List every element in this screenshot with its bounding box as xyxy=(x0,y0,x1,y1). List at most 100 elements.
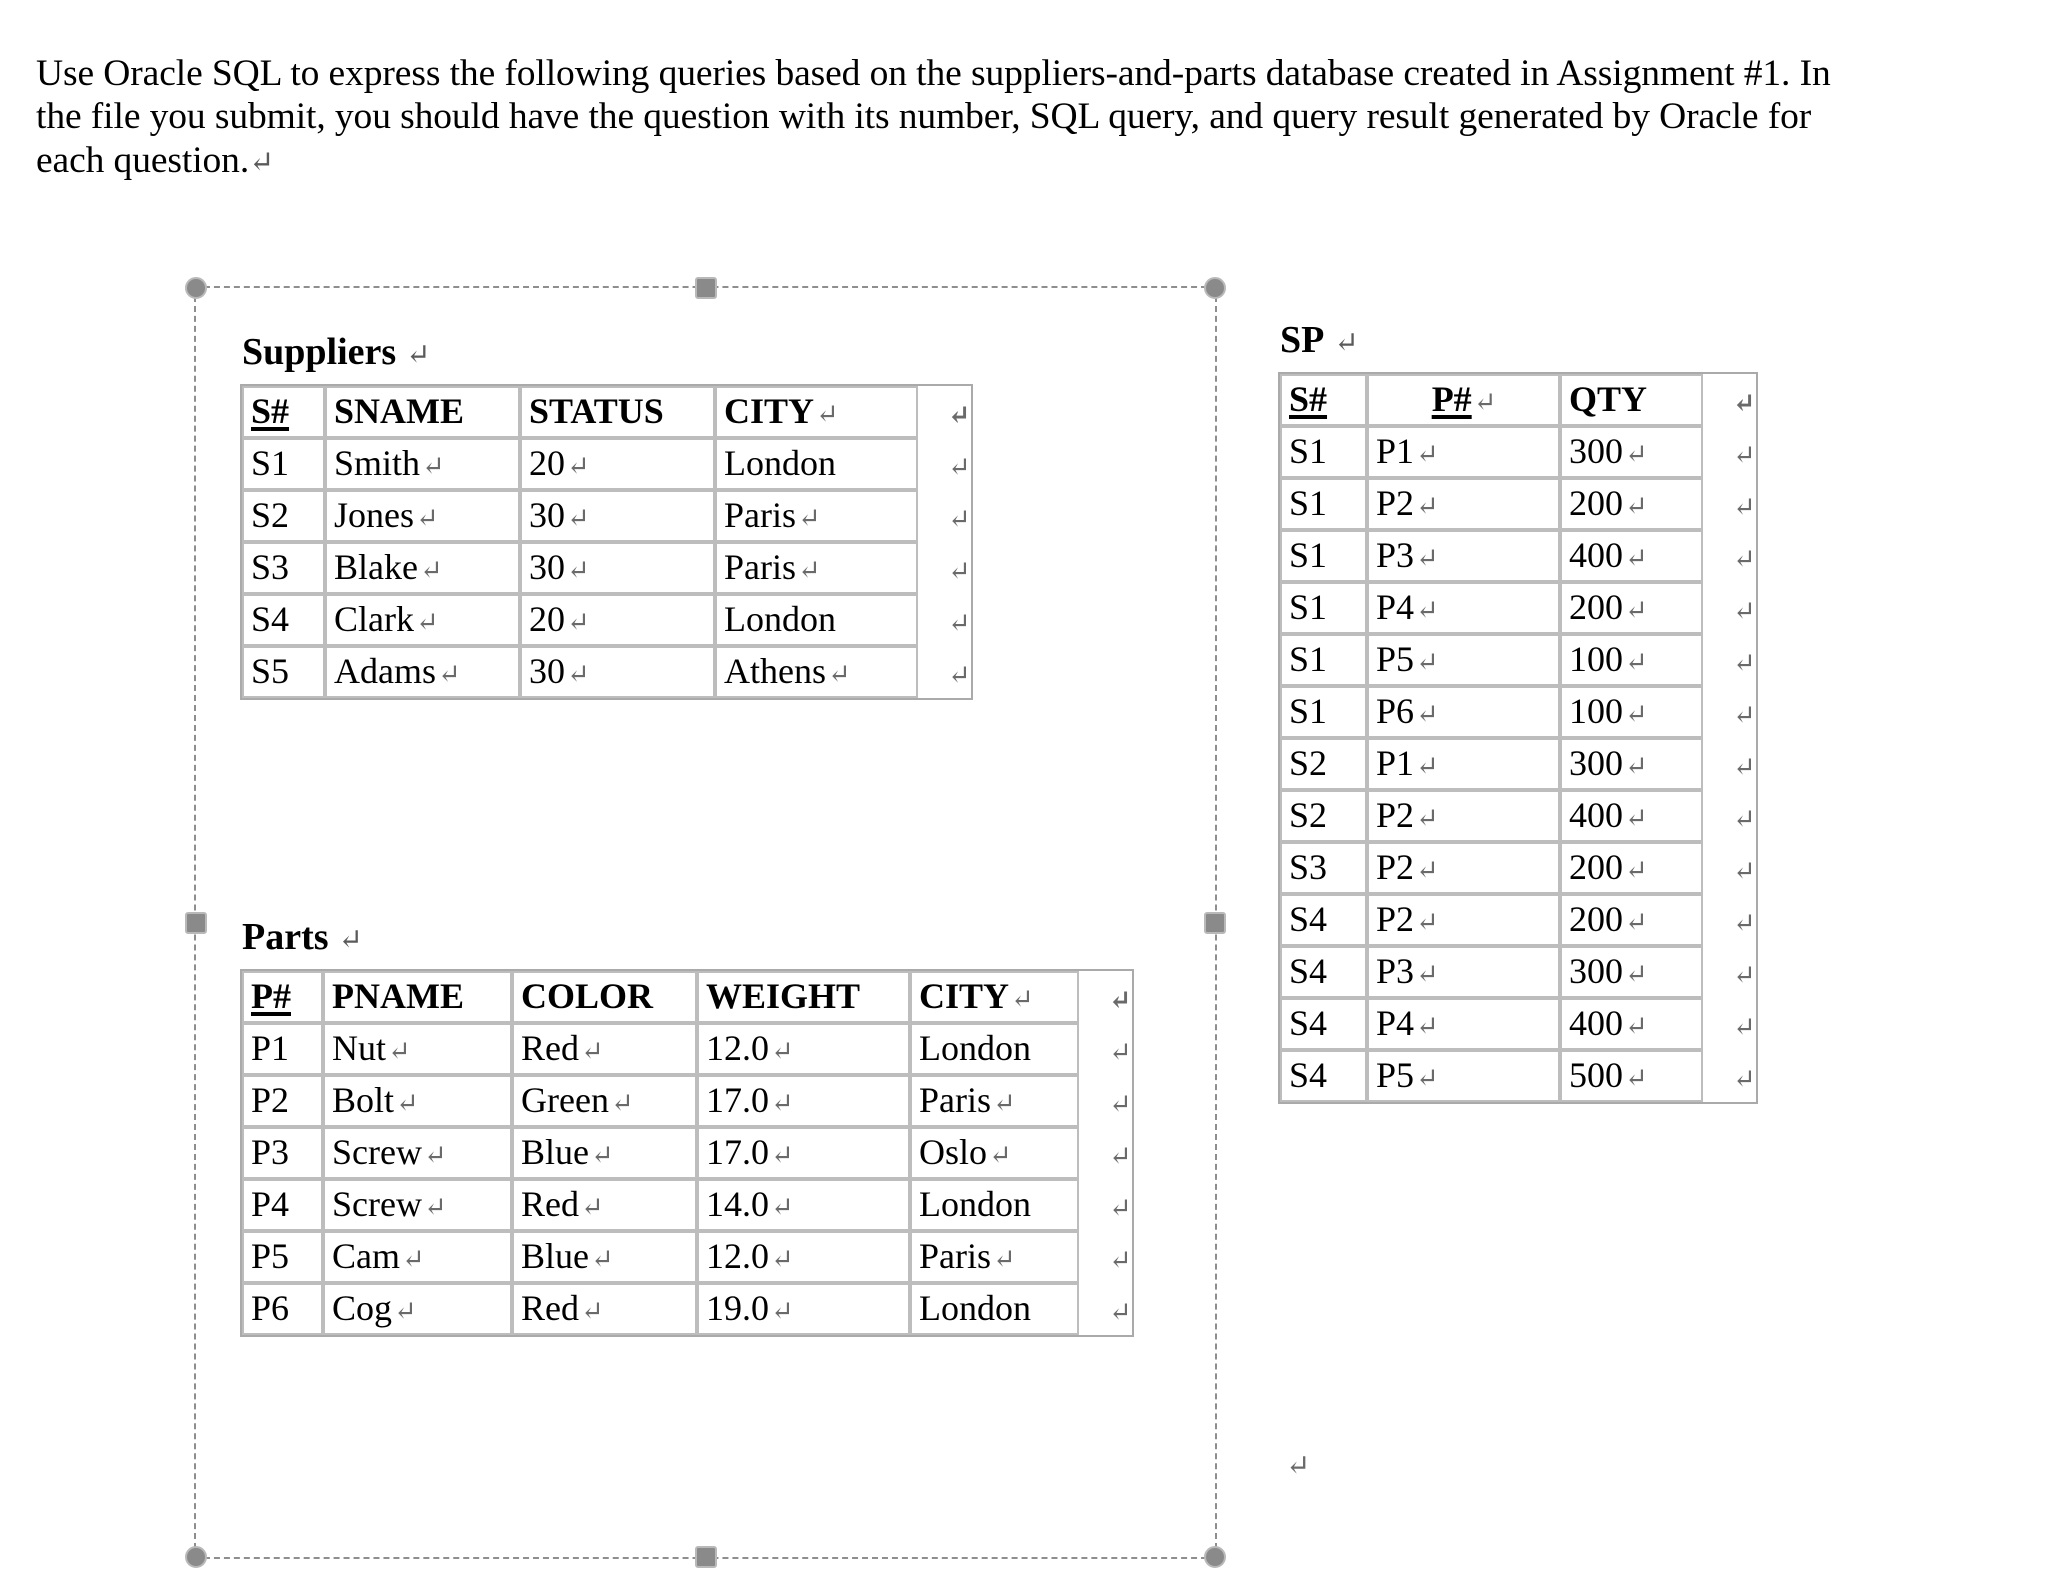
cell-qty: 400↵ xyxy=(1560,530,1703,582)
cell-value: P2 xyxy=(1376,899,1415,939)
parts-table-block: Parts ↵ P# PNAME COLOR WEIGHT CITY↵ ↵ P1 … xyxy=(240,915,1134,1337)
cell-mark-icon: ↵ xyxy=(1416,491,1439,521)
cell-sname: Clark↵ xyxy=(325,594,520,646)
cell-value: 17.0 xyxy=(706,1132,769,1172)
row-end-mark-icon: ↵ xyxy=(1733,440,1756,471)
cell-sname: Jones↵ xyxy=(325,490,520,542)
cell-value: Green xyxy=(521,1080,609,1120)
cell-mark-icon: ↵ xyxy=(1625,855,1648,885)
row-end-mark-icon: ↵ xyxy=(1733,1064,1756,1095)
cell-pno: P2↵ xyxy=(1367,842,1560,894)
table-row: P3 Screw↵ Blue↵ 17.0↵ Oslo↵ ↵ xyxy=(242,1127,1132,1179)
cell-mark-icon: ↵ xyxy=(396,1088,419,1118)
resize-handle-top-center[interactable] xyxy=(694,277,717,299)
cell-city: Paris↵ xyxy=(910,1075,1079,1127)
column-header-sname-label: SNAME xyxy=(334,391,465,431)
cell-mark-icon: ↵ xyxy=(419,555,443,585)
table-row: P1 Nut↵ Red↵ 12.0↵ London ↵ xyxy=(242,1023,1132,1075)
cell-color: Red↵ xyxy=(512,1023,697,1075)
column-header-status: STATUS xyxy=(520,386,715,438)
cell-value: London xyxy=(919,1184,1031,1224)
row-end-mark-icon: ↵ xyxy=(1733,700,1756,731)
intro-paragraph: Use Oracle SQL to express the following … xyxy=(36,52,1866,184)
cell-sno: S4 xyxy=(1280,1050,1367,1102)
cell-mark-icon: ↵ xyxy=(1625,907,1648,937)
table-row: S2 P2↵ 400↵ ↵ xyxy=(1280,790,1756,842)
column-header-weight: WEIGHT xyxy=(697,971,910,1023)
cell-pname: Cam↵ xyxy=(323,1231,512,1283)
cell-value: Jones xyxy=(334,495,414,535)
resize-handle-bottom-right[interactable] xyxy=(1204,1546,1226,1568)
cell-status: 20↵ xyxy=(520,438,715,490)
cell-mark-icon: ↵ xyxy=(394,1296,417,1326)
cell-sno: S1 xyxy=(1280,530,1367,582)
cell-qty: 200↵ xyxy=(1560,582,1703,634)
resize-handle-middle-right[interactable] xyxy=(1204,911,1226,934)
row-end-mark-icon: ↵ xyxy=(1109,1193,1132,1224)
cell-value: P4 xyxy=(1376,587,1415,627)
row-end-mark-cell: ↵ xyxy=(1703,530,1756,582)
cell-weight: 17.0↵ xyxy=(697,1127,910,1179)
cell-city: Oslo↵ xyxy=(910,1127,1079,1179)
cell-qty: 200↵ xyxy=(1560,894,1703,946)
resize-handle-bottom-left[interactable] xyxy=(185,1546,207,1568)
cell-mark-icon: ↵ xyxy=(423,1140,447,1170)
table-row: S1 P1↵ 300↵ ↵ xyxy=(1280,426,1756,478)
resize-handle-top-right[interactable] xyxy=(1204,277,1226,299)
resize-handle-middle-left[interactable] xyxy=(185,911,207,934)
cell-city: London xyxy=(910,1179,1079,1231)
cell-value: 500 xyxy=(1569,1055,1623,1095)
table-row: P6 Cog↵ Red↵ 19.0↵ London ↵ xyxy=(242,1283,1132,1335)
cell-status: 30↵ xyxy=(520,542,715,594)
table-row: S3 Blake↵ 30↵ Paris↵ ↵ xyxy=(242,542,971,594)
resize-handle-bottom-center[interactable] xyxy=(694,1546,717,1568)
cell-pno: P4↵ xyxy=(1367,998,1560,1050)
row-end-mark-cell: ↵ xyxy=(918,594,971,646)
suppliers-table: S# SNAME STATUS CITY↵ ↵ S1 Smith↵ 20↵ Lo… xyxy=(240,384,973,700)
cell-value: P3 xyxy=(1376,535,1415,575)
table-row: S2 P1↵ 300↵ ↵ xyxy=(1280,738,1756,790)
cell-qty: 400↵ xyxy=(1560,998,1703,1050)
row-end-mark-icon: ↵ xyxy=(1733,1012,1756,1043)
cell-mark-icon: ↵ xyxy=(798,503,821,533)
cell-value: S1 xyxy=(251,443,290,483)
cell-weight: 14.0↵ xyxy=(697,1179,910,1231)
cell-mark-icon: ↵ xyxy=(581,1296,604,1326)
table-row: P5 Cam↵ Blue↵ 12.0↵ Paris↵ ↵ xyxy=(242,1231,1132,1283)
row-end-mark-icon: ↵ xyxy=(948,452,971,483)
cell-value: P1 xyxy=(251,1028,290,1068)
row-end-mark-icon: ↵ xyxy=(1109,1037,1132,1068)
column-header-qty: QTY xyxy=(1560,374,1703,426)
cell-value: 200 xyxy=(1569,483,1623,523)
cell-city: Athens↵ xyxy=(715,646,918,698)
row-end-mark-cell: ↵ xyxy=(1703,686,1756,738)
cell-mark-icon: ↵ xyxy=(1416,595,1439,625)
cell-value: 200 xyxy=(1569,587,1623,627)
table-row: S1 P6↵ 100↵ ↵ xyxy=(1280,686,1756,738)
column-header-status-label: STATUS xyxy=(529,391,664,431)
sp-caption: SP ↵ xyxy=(1280,318,1758,362)
cell-pno: P1↵ xyxy=(1367,738,1560,790)
cell-value: 12.0 xyxy=(706,1028,769,1068)
cell-value: S4 xyxy=(1289,951,1328,991)
cell-mark-icon: ↵ xyxy=(1416,1011,1439,1041)
resize-handle-top-left[interactable] xyxy=(185,277,207,299)
cell-value: Blake xyxy=(334,547,418,587)
cell-value: Cog xyxy=(332,1288,393,1328)
cell-mark-icon: ↵ xyxy=(416,503,439,533)
cell-value: P5 xyxy=(1376,639,1415,679)
cell-qty: 200↵ xyxy=(1560,842,1703,894)
row-end-mark-icon: ↵ xyxy=(1733,596,1756,627)
cell-value: 400 xyxy=(1569,795,1623,835)
column-header-pno: P# xyxy=(242,971,323,1023)
cell-value: Paris xyxy=(724,495,796,535)
sp-table-block: SP ↵ S# P#↵ QTY ↵ S1 P1↵ 300↵ ↵ S1 P2↵ 20… xyxy=(1278,318,1758,1104)
cell-color: Green↵ xyxy=(512,1075,697,1127)
cell-pname: Screw↵ xyxy=(323,1179,512,1231)
row-end-mark-cell: ↵ xyxy=(1079,1075,1132,1127)
table-row: S1 P3↵ 400↵ ↵ xyxy=(1280,530,1756,582)
row-end-mark-icon: ↵ xyxy=(1109,985,1132,1016)
cell-value: Smith xyxy=(334,443,421,483)
cell-pno: P5↵ xyxy=(1367,1050,1560,1102)
cell-value: P2 xyxy=(1376,847,1415,887)
